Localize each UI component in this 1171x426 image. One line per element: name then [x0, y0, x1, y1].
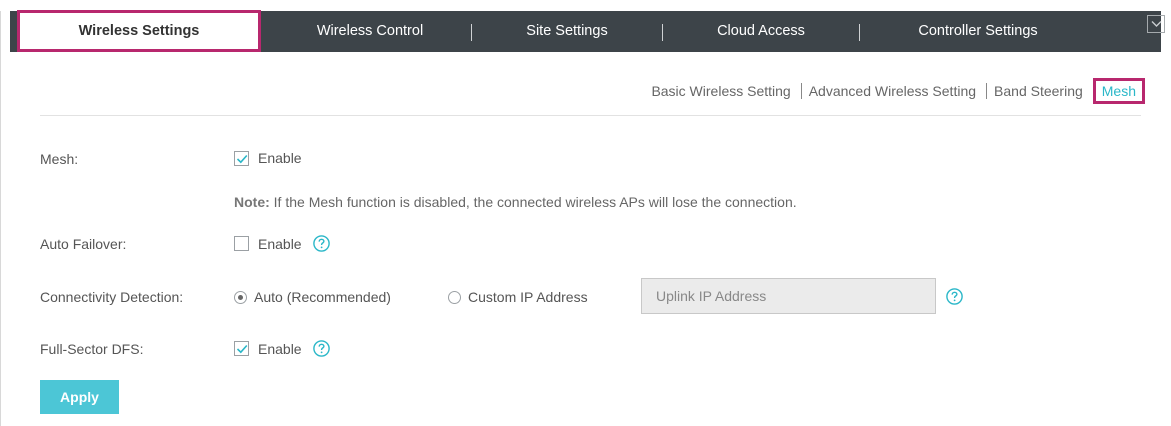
tab-controller-settings[interactable]: Controller Settings	[860, 11, 1096, 52]
radio-auto[interactable]	[234, 290, 247, 304]
subtab-band-steering[interactable]: Band Steering	[994, 80, 1083, 102]
radio-custom-ip-label: Custom IP Address	[468, 289, 588, 305]
auto-failover-enable-label: Enable	[258, 235, 302, 252]
mesh-note: Note: If the Mesh function is disabled, …	[234, 194, 797, 210]
content-border	[0, 11, 10, 426]
tab-cloud-access[interactable]: Cloud Access	[663, 11, 859, 52]
subtab-mesh[interactable]: Mesh	[1092, 78, 1145, 104]
mesh-checkbox[interactable]	[234, 150, 249, 166]
tab-site-settings[interactable]: Site Settings	[472, 11, 662, 52]
help-icon[interactable]	[312, 235, 330, 252]
uplink-ip-input[interactable]: Uplink IP Address	[641, 278, 936, 314]
chevron-down-icon	[1151, 21, 1162, 27]
mesh-label: Mesh:	[40, 151, 79, 167]
connectivity-detection-label: Connectivity Detection:	[40, 289, 184, 305]
radio-custom-ip[interactable]	[448, 290, 461, 304]
checkmark-icon	[236, 154, 248, 163]
auto-failover-label: Auto Failover:	[40, 236, 127, 252]
connectivity-custom-option[interactable]: Custom IP Address	[448, 289, 588, 305]
note-text: If the Mesh function is disabled, the co…	[269, 194, 797, 210]
subtab-separator	[986, 83, 988, 99]
section-divider	[40, 115, 1141, 116]
top-nav-bar: Wireless Settings Wireless Control Site …	[10, 11, 1165, 52]
subtab-bar: Basic Wireless Setting Advanced Wireless …	[651, 78, 1145, 104]
subtab-separator	[800, 83, 802, 99]
tab-wireless-settings[interactable]: Wireless Settings	[20, 11, 258, 52]
auto-failover-checkbox[interactable]	[234, 236, 249, 251]
auto-failover-control[interactable]: Enable	[234, 235, 330, 252]
full-sector-dfs-enable-label: Enable	[258, 340, 302, 357]
subtab-basic-wireless-setting[interactable]: Basic Wireless Setting	[651, 80, 790, 102]
note-prefix: Note:	[234, 194, 270, 210]
full-sector-dfs-label: Full-Sector DFS:	[40, 341, 144, 357]
mesh-enable-label: Enable	[258, 150, 302, 166]
collapse-menu-button[interactable]	[1147, 15, 1165, 33]
help-icon[interactable]	[946, 288, 963, 305]
apply-button[interactable]: Apply	[40, 380, 119, 414]
tab-wireless-control[interactable]: Wireless Control	[260, 11, 480, 52]
checkmark-icon	[236, 344, 248, 354]
full-sector-dfs-control[interactable]: Enable	[234, 340, 330, 357]
radio-auto-label: Auto (Recommended)	[254, 289, 391, 305]
full-sector-dfs-checkbox[interactable]	[234, 341, 249, 356]
help-icon[interactable]	[312, 340, 330, 357]
subtab-advanced-wireless-setting[interactable]: Advanced Wireless Setting	[809, 80, 976, 102]
connectivity-auto-option[interactable]: Auto (Recommended)	[234, 289, 391, 305]
mesh-enable-control[interactable]: Enable	[234, 150, 302, 166]
